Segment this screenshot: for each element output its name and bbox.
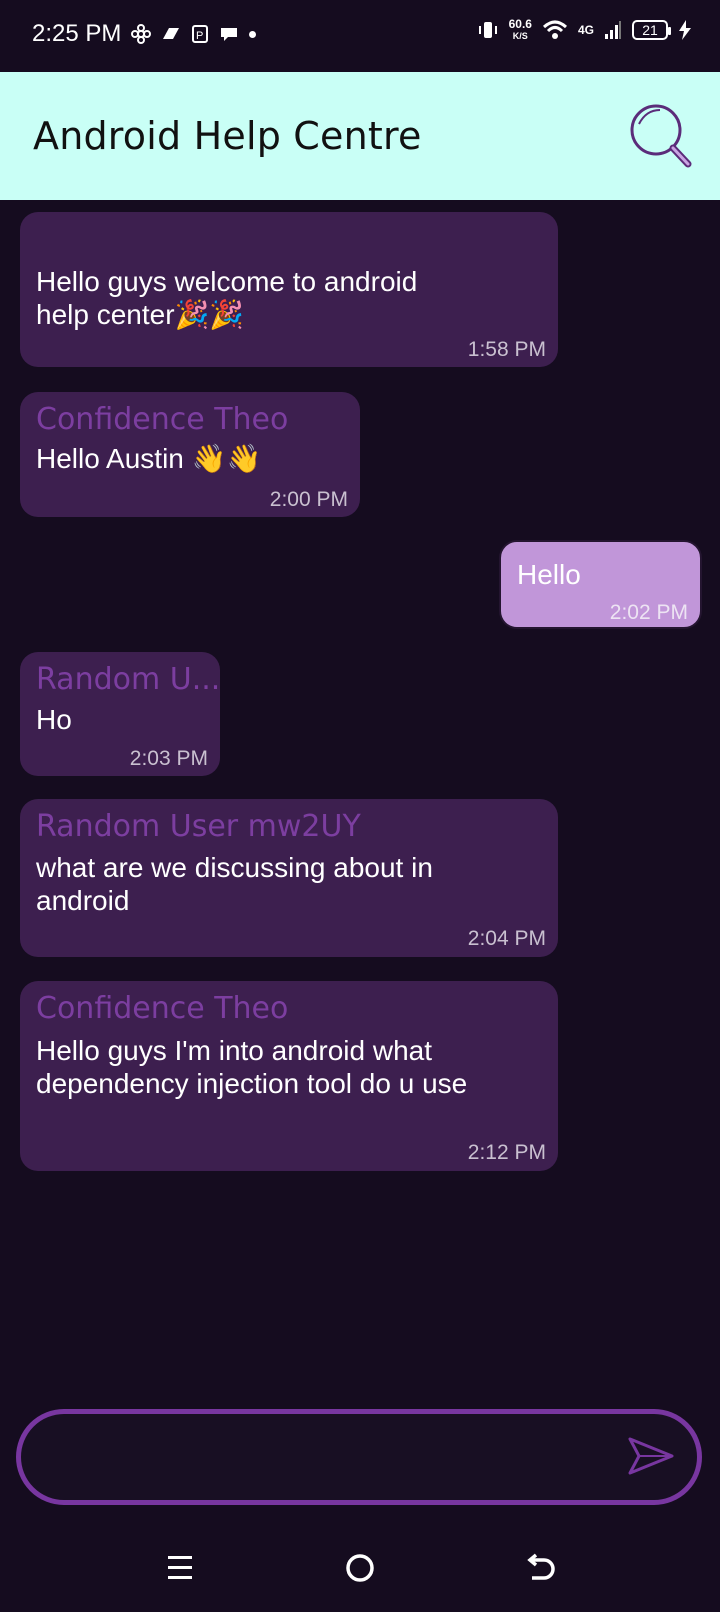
message-bubble[interactable]: Confidence Theo Hello Austin 👋👋 2:00 PM [20, 392, 360, 517]
message-text: Hello guys welcome to android help cente… [36, 266, 418, 330]
message-bubble[interactable]: Confidence Theo Hello guys I'm into andr… [20, 981, 558, 1171]
status-bar: 2:25 PM P 60.6 K/S 4G 21 [0, 0, 720, 72]
chat-bubble-icon [221, 28, 237, 41]
more-dot-icon [249, 30, 256, 38]
app-notification-icon [163, 28, 179, 39]
page-title: Android Help Centre [33, 114, 422, 158]
message-time: 2:00 PM [269, 488, 348, 511]
message-list[interactable]: Hello guys welcome to android help cente… [0, 200, 720, 1400]
message-composer [16, 1409, 702, 1505]
net-speed-unit: K/S [512, 31, 528, 41]
message-text: what are we discussing about in android [36, 852, 433, 916]
send-icon[interactable] [627, 1436, 675, 1476]
sender-name: Confidence Theo [36, 402, 289, 437]
svg-text:P: P [196, 30, 203, 42]
battery-level: 21 [642, 22, 658, 38]
message-time: 2:12 PM [467, 1141, 546, 1164]
message-input[interactable] [51, 1434, 615, 1482]
network-speed: 60.6 K/S [509, 18, 532, 42]
back-icon[interactable] [520, 1550, 560, 1586]
net-speed-value: 60.6 [508, 17, 532, 31]
system-indicators: 60.6 K/S 4G 21 [477, 18, 692, 42]
network-type: 4G [577, 23, 594, 37]
message-time: 2:02 PM [609, 601, 688, 624]
message-time: 1:58 PM [467, 338, 546, 361]
message-text: Hello guys I'm into android what depende… [36, 1035, 468, 1099]
wifi-icon [542, 20, 567, 39]
message-time: 2:03 PM [129, 747, 208, 770]
message-text: Hello [517, 559, 581, 590]
message-bubble[interactable]: Random User mw2UY what are we discussing… [20, 799, 558, 957]
notification-icons: P [131, 24, 256, 44]
vibrate-icon [478, 22, 497, 38]
charging-icon [679, 20, 691, 40]
sender-name: Random User mw2UY [36, 809, 361, 844]
status-time: 2:25 PM [32, 20, 122, 47]
menu-icon[interactable] [160, 1550, 200, 1586]
battery-icon: 21 [632, 20, 671, 40]
home-icon[interactable] [340, 1550, 380, 1586]
sender-name: Random U... [36, 662, 221, 697]
sender-name: Confidence Theo [36, 991, 289, 1026]
app-bar: Android Help Centre [0, 72, 720, 200]
message-bubble[interactable]: Hello guys welcome to android help cente… [20, 212, 558, 367]
message-bubble[interactable]: Random U... Ho 2:03 PM [20, 652, 220, 776]
signal-icon [605, 21, 621, 39]
message-text: Hello Austin 👋👋 [36, 443, 262, 474]
message-bubble-outgoing[interactable]: Hello 2:02 PM [499, 540, 702, 629]
parking-icon: P [192, 25, 208, 43]
search-icon[interactable] [626, 102, 696, 172]
message-text: Ho [36, 704, 72, 735]
message-time: 2:04 PM [467, 927, 546, 950]
system-navigation-bar [0, 1520, 720, 1612]
pinwheel-icon [131, 24, 151, 44]
